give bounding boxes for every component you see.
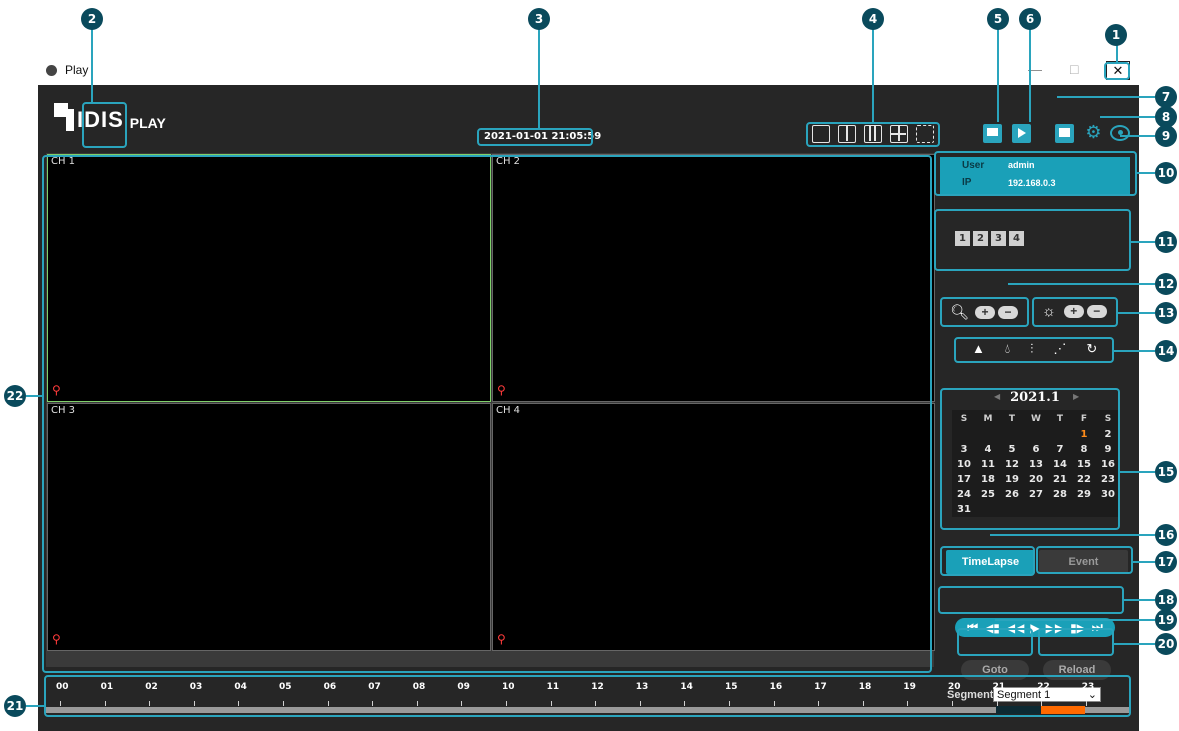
logo-sub: PLAY (129, 115, 166, 131)
callout-box (806, 122, 940, 147)
callout-line (1029, 28, 1031, 122)
logo-bar-icon (66, 109, 74, 131)
callout-box (1038, 628, 1114, 656)
callout-badge-4: 4 (862, 8, 884, 30)
callout-box (82, 102, 127, 148)
window-titlebar: Play — □ ✕ (38, 57, 1139, 86)
callout-box (940, 546, 1035, 576)
callout-line (1114, 350, 1155, 352)
callout-line (1120, 471, 1155, 473)
callout-badge-7: 7 (1155, 86, 1177, 108)
callout-box (1036, 546, 1133, 574)
callout-line (872, 28, 874, 122)
callout-badge-21: 21 (4, 695, 26, 717)
app-icon (46, 65, 57, 76)
print-icon[interactable] (983, 124, 1002, 143)
callout-badge-19: 19 (1155, 609, 1177, 631)
callout-badge-12: 12 (1155, 273, 1177, 295)
callout-line (1137, 172, 1155, 174)
callout-line (538, 28, 540, 128)
callout-box (940, 388, 1120, 530)
callout-box (1104, 62, 1130, 80)
callout-line (1057, 96, 1155, 98)
callout-line (1118, 312, 1155, 314)
callout-line (1133, 561, 1155, 563)
callout-box (42, 155, 932, 673)
callout-badge-9: 9 (1155, 125, 1177, 147)
callout-badge-5: 5 (987, 8, 1009, 30)
callout-badge-18: 18 (1155, 589, 1177, 611)
callout-box (1032, 297, 1118, 327)
callout-box (934, 209, 1131, 271)
callout-box (940, 297, 1029, 327)
callout-line (1100, 116, 1155, 118)
callout-badge-14: 14 (1155, 340, 1177, 362)
callout-line (1120, 135, 1155, 137)
callout-badge-22: 22 (4, 385, 26, 407)
callout-badge-16: 16 (1155, 524, 1177, 546)
callout-badge-2: 2 (81, 8, 103, 30)
callout-line (1131, 241, 1155, 243)
export-video-icon[interactable] (1012, 124, 1031, 143)
settings-gear-icon[interactable]: ⚙ (1084, 123, 1103, 142)
callout-line (1114, 643, 1155, 645)
callout-badge-15: 15 (1155, 461, 1177, 483)
callout-line (990, 534, 1155, 536)
callout-badge-10: 10 (1155, 162, 1177, 184)
export-image-icon[interactable] (1055, 124, 1074, 143)
callout-box (934, 151, 1137, 196)
view-eye-icon[interactable] (1110, 125, 1130, 141)
callout-line (1008, 283, 1155, 285)
callout-line (26, 395, 42, 397)
callout-line (91, 28, 93, 102)
maximize-button[interactable]: □ (1070, 61, 1078, 77)
callout-line (26, 705, 44, 707)
callout-line (995, 619, 1155, 621)
callout-line (997, 28, 999, 122)
callout-badge-6: 6 (1019, 8, 1041, 30)
callout-box (44, 675, 1131, 717)
callout-box (954, 337, 1114, 363)
callout-badge-17: 17 (1155, 551, 1177, 573)
callout-badge-11: 11 (1155, 231, 1177, 253)
callout-box (938, 586, 1124, 614)
callout-box (477, 128, 593, 146)
callout-badge-1: 1 (1105, 24, 1127, 46)
callout-badge-3: 3 (528, 8, 550, 30)
callout-line (1124, 599, 1155, 601)
callout-badge-13: 13 (1155, 302, 1177, 324)
callout-badge-20: 20 (1155, 633, 1177, 655)
callout-box (957, 628, 1033, 656)
window-title: Play (65, 63, 89, 77)
